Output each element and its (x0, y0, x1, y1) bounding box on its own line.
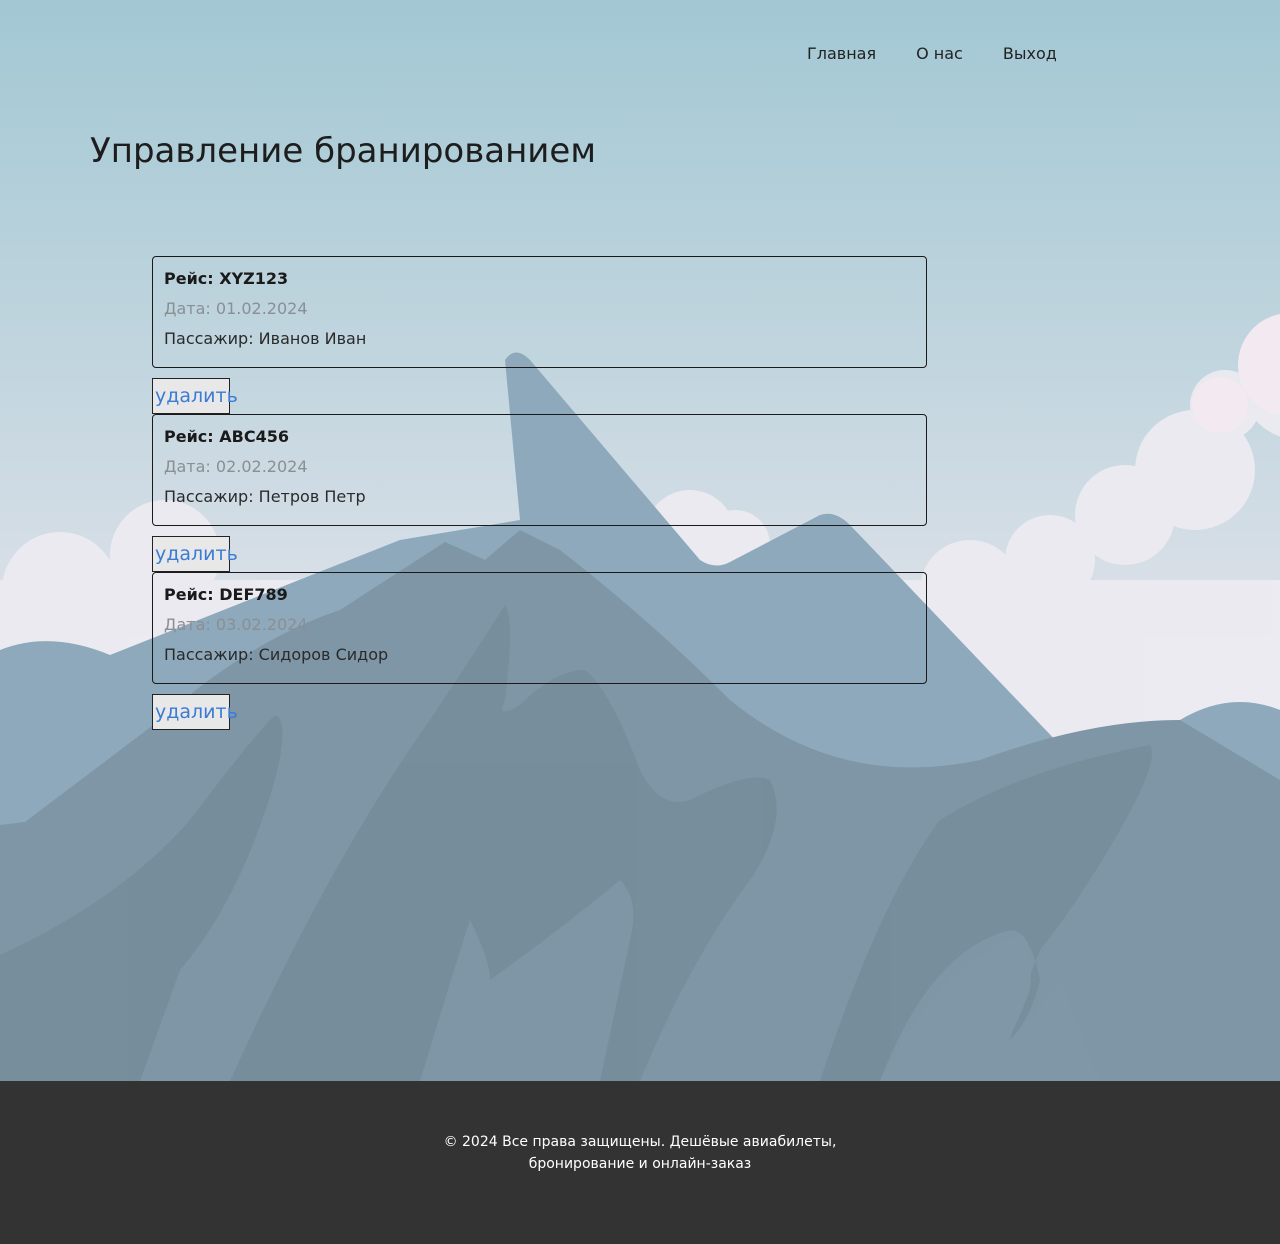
footer: © 2024 Все права защищены. Дешёвые авиаб… (0, 1081, 1280, 1244)
main-nav: Главная О нас Выход (807, 44, 1097, 63)
booking-card: Рейс: ABC456 Дата: 02.02.2024 Пассажир: … (152, 414, 927, 526)
booking-date: Дата: 01.02.2024 (164, 299, 308, 318)
page-title: Управление бранированием (90, 131, 596, 171)
booking-flight: Рейс: DEF789 (164, 585, 288, 604)
nav-link-about[interactable]: О нас (916, 44, 963, 63)
delete-booking-button[interactable]: удалить (152, 694, 238, 730)
booking-passenger: Пассажир: Петров Петр (164, 487, 366, 506)
booking-date: Дата: 03.02.2024 (164, 615, 308, 634)
booking-flight: Рейс: XYZ123 (164, 269, 289, 288)
delete-booking-button[interactable]: удалить (152, 378, 238, 414)
booking-date: Дата: 02.02.2024 (164, 457, 308, 476)
booking-passenger: Пассажир: Сидоров Сидор (164, 645, 389, 664)
footer-line-1: © 2024 Все права защищены. Дешёвые авиаб… (443, 1134, 837, 1150)
booking-passenger: Пассажир: Иванов Иван (164, 329, 367, 348)
booking-flight: Рейс: ABC456 (164, 427, 289, 446)
booking-list: Рейс: XYZ123 Дата: 01.02.2024 Пассажир: … (152, 256, 927, 730)
nav-link-home[interactable]: Главная (807, 44, 876, 63)
footer-copyright: © 2024 Все права защищены. Дешёвые авиаб… (0, 1131, 1280, 1175)
nav-link-logout[interactable]: Выход (1003, 44, 1057, 63)
booking-card: Рейс: XYZ123 Дата: 01.02.2024 Пассажир: … (152, 256, 927, 368)
booking-card: Рейс: DEF789 Дата: 03.02.2024 Пассажир: … (152, 572, 927, 684)
footer-line-2: бронирование и онлайн-заказ (528, 1156, 752, 1172)
delete-booking-button[interactable]: удалить (152, 536, 238, 572)
